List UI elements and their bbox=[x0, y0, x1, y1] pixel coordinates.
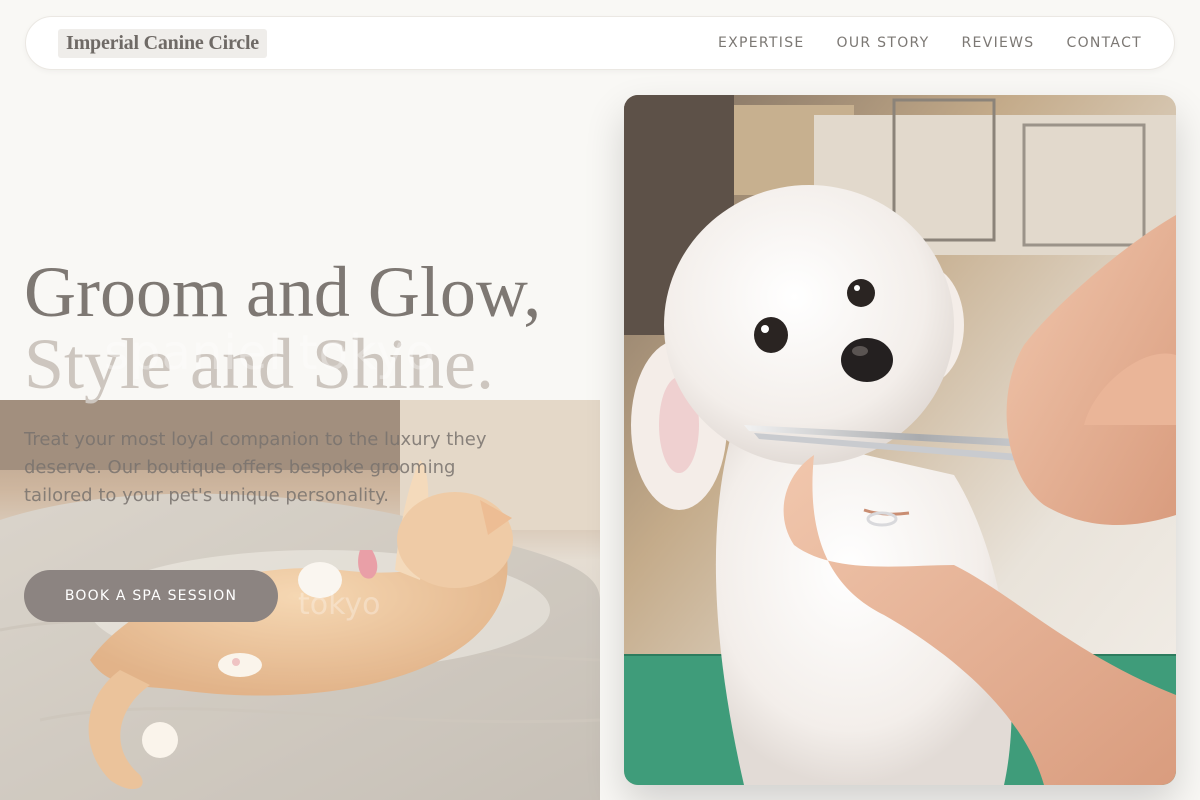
hero-title-line1: Groom and Glow, bbox=[24, 252, 542, 332]
hero-description: Treat your most loyal companion to the l… bbox=[24, 429, 487, 506]
watermark-small: tokyo bbox=[298, 587, 381, 622]
top-nav: Imperial Canine Circle EXPERTISE OUR STO… bbox=[25, 16, 1175, 70]
nav-links: EXPERTISE OUR STORY REVIEWS CONTACT bbox=[718, 35, 1142, 51]
dog-grooming-photo bbox=[624, 95, 1176, 785]
nav-link-expertise[interactable]: EXPERTISE bbox=[718, 35, 805, 51]
book-spa-session-button[interactable]: BOOK A SPA SESSION bbox=[24, 570, 278, 622]
nav-link-reviews[interactable]: REVIEWS bbox=[962, 35, 1035, 51]
brand-logo[interactable]: Imperial Canine Circle bbox=[58, 28, 267, 58]
watermark-large: spaniel tokyo bbox=[104, 325, 436, 381]
nav-link-contact[interactable]: CONTACT bbox=[1067, 35, 1143, 51]
nav-link-our-story[interactable]: OUR STORY bbox=[837, 35, 930, 51]
